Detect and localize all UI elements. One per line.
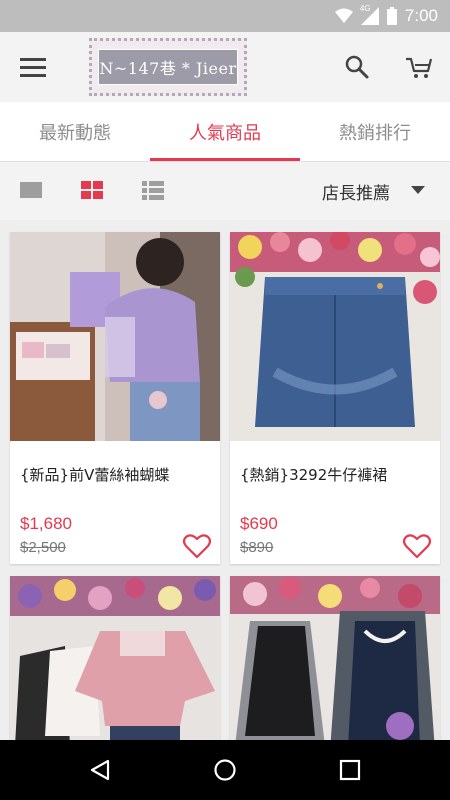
- product-image[interactable]: [10, 232, 220, 441]
- app-bar: N~147巷 * Jieer: [0, 32, 450, 102]
- product-image[interactable]: [230, 576, 440, 740]
- tab-popular[interactable]: 人氣商品: [150, 102, 300, 162]
- product-image[interactable]: [230, 232, 440, 441]
- product-image[interactable]: [10, 576, 220, 740]
- home-icon: [214, 759, 236, 781]
- battery-icon: [386, 7, 397, 25]
- search-button[interactable]: [344, 54, 370, 80]
- status-bar: 4G 7:00: [0, 0, 450, 32]
- product-info: {新品}前V蕾絲袖蝴蝶 $1,680 $2,500: [10, 441, 220, 564]
- product-card[interactable]: [230, 576, 440, 740]
- cart-icon: [406, 57, 433, 78]
- network-type-label: 4G: [359, 4, 371, 13]
- sort-dropdown-label[interactable]: 店長推薦: [322, 179, 390, 204]
- product-name[interactable]: {新品}前V蕾絲袖蝴蝶: [20, 464, 169, 485]
- single-view-icon: [20, 182, 42, 198]
- product-card[interactable]: [10, 576, 220, 740]
- system-nav-bar: [0, 740, 450, 800]
- status-icons: 4G 7:00: [334, 4, 438, 26]
- cart-button[interactable]: [405, 54, 433, 80]
- back-icon: [90, 759, 110, 781]
- cell-signal-icon: 4G: [359, 4, 379, 25]
- clock: 7:00: [404, 6, 438, 25]
- product-info: {熱銷}3292牛仔褲裙 $690 $890: [230, 441, 440, 564]
- product-card[interactable]: {熱銷}3292牛仔褲裙 $690 $890: [230, 232, 440, 564]
- home-button[interactable]: [213, 758, 237, 782]
- heart-icon[interactable]: [403, 533, 431, 559]
- tab-bestselling[interactable]: 熱銷排行: [300, 102, 450, 162]
- list-view-button[interactable]: [142, 180, 166, 202]
- product-card[interactable]: {新品}前V蕾絲袖蝴蝶 $1,680 $2,500: [10, 232, 220, 564]
- active-tab-indicator: [150, 158, 300, 161]
- hamburger-menu-icon: [20, 58, 46, 77]
- heart-icon[interactable]: [183, 533, 211, 559]
- store-logo[interactable]: N~147巷 * Jieer: [89, 38, 247, 96]
- tab-latest[interactable]: 最新動態: [0, 102, 150, 162]
- view-toolbar: 店長推薦: [0, 162, 450, 220]
- dropdown-caret-icon[interactable]: [411, 186, 425, 194]
- product-original-price: $2,500: [20, 539, 66, 556]
- logo-plate: N~147巷 * Jieer: [98, 49, 238, 85]
- recents-button[interactable]: [338, 758, 362, 782]
- single-view-button[interactable]: [20, 180, 44, 202]
- product-price: $1,680: [20, 514, 72, 533]
- list-view-icon: [142, 181, 164, 200]
- category-tabs: 最新動態 人氣商品 熱銷排行: [0, 102, 450, 162]
- grid-view-icon: [81, 181, 103, 199]
- recents-icon: [339, 759, 361, 781]
- menu-button[interactable]: [20, 53, 50, 81]
- search-icon: [345, 55, 369, 79]
- logo-text: N~147巷 * Jieer: [99, 59, 237, 78]
- back-button[interactable]: [88, 758, 112, 782]
- product-price: $690: [240, 514, 278, 533]
- grid-view-button[interactable]: [81, 180, 105, 202]
- product-original-price: $890: [240, 539, 274, 556]
- product-name[interactable]: {熱銷}3292牛仔褲裙: [240, 464, 387, 485]
- wifi-icon: [334, 8, 353, 23]
